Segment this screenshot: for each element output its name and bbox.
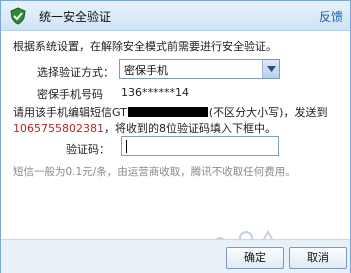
title-bar[interactable]: 统一安全验证 反馈 — [1, 1, 350, 31]
selected-method: 密保手机 — [124, 64, 168, 77]
dropdown-button[interactable] — [262, 60, 279, 78]
instruction-line-1: 请用该手机编辑短信GT (不区分大小写)，发送到 — [13, 104, 327, 120]
phone-number: 136******14 — [121, 86, 189, 99]
sms-code-prefix: GT — [112, 106, 127, 119]
cancel-button[interactable]: 取消 — [289, 247, 347, 269]
intro-text: 根据系统设置，在解除安全模式前需要进行安全验证。 — [13, 40, 277, 53]
chevron-down-icon — [267, 66, 276, 72]
cost-note: 短信一般为0.1元/条，由运营商收取，腾讯不收取任何费用。 — [13, 166, 296, 178]
verification-code-input[interactable] — [121, 136, 279, 156]
phone-label: 密保手机号码 — [37, 88, 103, 101]
feedback-link[interactable]: 反馈 — [319, 8, 343, 25]
text-caret — [126, 140, 127, 153]
sms-target-number: 1065755802381 — [13, 122, 104, 135]
method-label: 选择验证方式： — [37, 66, 114, 79]
redaction-bar — [127, 107, 208, 117]
code-label: 验证码： — [66, 143, 110, 156]
dialog-footer: 确定 取消 — [1, 239, 350, 273]
shield-icon — [9, 7, 27, 25]
instruction-line-2: 1065755802381，将收到的8位验证码填入下框中。 — [13, 120, 276, 136]
instruction-start: 请用该手机编辑短信 — [13, 106, 112, 119]
verification-method-select[interactable]: 密保手机 — [119, 59, 280, 79]
ok-button[interactable]: 确定 — [226, 247, 284, 269]
instruction-end: (不区分大小写)，发送到 — [208, 106, 328, 119]
instruction-line2-end: ，将收到的8位验证码填入下框中。 — [103, 122, 276, 135]
security-verification-dialog: 统一安全验证 反馈 根据系统设置，在解除安全模式前需要进行安全验证。 选择验证方… — [0, 0, 351, 273]
dialog-title: 统一安全验证 — [39, 10, 112, 24]
